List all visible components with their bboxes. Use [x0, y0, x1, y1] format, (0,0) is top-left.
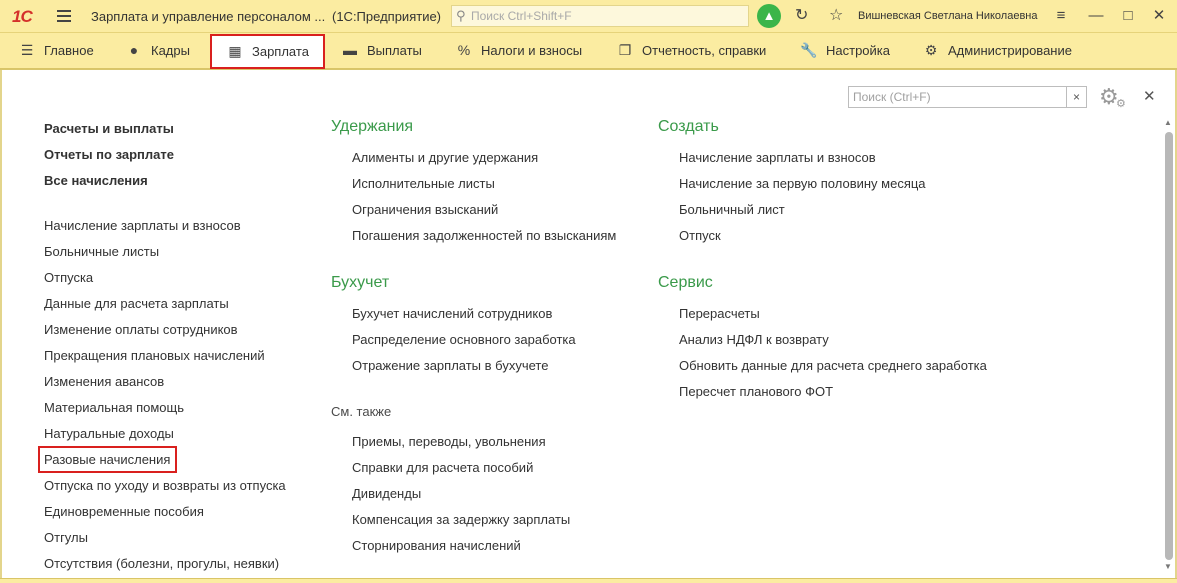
scroll-down-arrow-icon[interactable]: ▼	[1163, 562, 1173, 574]
maximize-icon[interactable]: □	[1117, 5, 1139, 27]
search-icon: ⚲	[456, 8, 466, 23]
list-item[interactable]: Распределение основного заработка	[352, 332, 576, 347]
list-item[interactable]: Сторнирования начислений	[352, 538, 521, 553]
documents-icon: ❐	[618, 42, 632, 58]
list-item[interactable]: Ограничения взысканий	[352, 202, 498, 217]
global-search-input[interactable]	[471, 8, 741, 24]
app-title: Зарплата и управление персоналом ...	[91, 9, 326, 24]
list-item[interactable]: Изменение оплаты сотрудников	[44, 322, 238, 337]
wrench-icon: 🔧	[800, 42, 818, 58]
section-settings[interactable]: 🔧 Настройка	[800, 33, 890, 68]
notifications-bell-icon[interactable]: ▲	[757, 4, 781, 28]
group-title-service: Сервис	[658, 274, 713, 291]
list-item[interactable]: Погашения задолженностей по взысканиям	[352, 228, 616, 243]
list-item[interactable]: Отсутствия (болезни, прогулы, неявки)	[44, 556, 279, 571]
list-item[interactable]: Исполнительные листы	[352, 176, 495, 191]
list-item[interactable]: Бухучет начислений сотрудников	[352, 306, 552, 321]
menu-icon: ☰	[20, 42, 34, 58]
list-item[interactable]: Отпуск	[679, 228, 721, 243]
scroll-up-arrow-icon[interactable]: ▲	[1163, 118, 1173, 130]
title-bar: 1С Зарплата и управление персоналом ... …	[0, 0, 1177, 33]
section-salary[interactable]: ▦ Зарплата	[210, 34, 325, 69]
list-item[interactable]: Натуральные доходы	[44, 426, 174, 441]
left-border	[0, 70, 2, 580]
minimize-icon[interactable]: —	[1085, 5, 1107, 27]
gear-icon: ⚙	[924, 42, 938, 58]
group-title-create: Создать	[658, 118, 719, 135]
list-item[interactable]: Перерасчеты	[679, 306, 760, 321]
group-title-accounting: Бухучет	[331, 274, 390, 291]
list-item[interactable]: Начисление за первую половину месяца	[679, 176, 926, 191]
bottom-border	[0, 578, 1177, 583]
calculator-icon: ▦	[228, 43, 242, 59]
list-item[interactable]: Приемы, переводы, увольнения	[352, 434, 546, 449]
list-item[interactable]: Анализ НДФЛ к возврату	[679, 332, 829, 347]
list-item[interactable]: Компенсация за задержку зарплаты	[352, 512, 570, 527]
group-title-deductions: Удержания	[331, 118, 414, 135]
main-menu-icon[interactable]	[57, 10, 71, 22]
user-name[interactable]: Вишневская Светлана Николаевна	[858, 10, 1038, 22]
content-search-input[interactable]	[849, 87, 1049, 107]
section-personnel[interactable]: ● Кадры	[125, 33, 190, 68]
list-item[interactable]: Алименты и другие удержания	[352, 150, 538, 165]
list-item[interactable]: Пересчет планового ФОТ	[679, 384, 833, 399]
link-calculations-payments[interactable]: Расчеты и выплаты	[44, 121, 174, 136]
list-item[interactable]: Единовременные пособия	[44, 504, 204, 519]
app-logo: 1С	[12, 7, 33, 26]
sections-panel: ☰ Главное ● Кадры ▦ Зарплата ▬ Выплаты % Нало…	[0, 33, 1177, 69]
list-item[interactable]: Справки для расчета пособий	[352, 460, 533, 475]
content-search[interactable]	[848, 86, 1067, 108]
list-item[interactable]: Прекращения плановых начислений	[44, 348, 265, 363]
settings-menu-icon[interactable]: ≡	[1050, 5, 1072, 27]
close-window-icon[interactable]: ✕	[1148, 5, 1170, 27]
list-item[interactable]: Данные для расчета зарплаты	[44, 296, 229, 311]
section-payments[interactable]: ▬ Выплаты	[341, 33, 422, 68]
list-item[interactable]: Больничные листы	[44, 244, 159, 259]
panel-settings-gear-icon[interactable]: ⚙ ⚙	[1099, 84, 1126, 110]
section-reports[interactable]: ❐ Отчетность, справки	[616, 33, 767, 68]
percent-icon: %	[457, 42, 471, 58]
global-search[interactable]: ⚲	[451, 5, 749, 27]
app-mode: (1С:Предприятие)	[332, 9, 442, 24]
link-all-accruals[interactable]: Все начисления	[44, 173, 148, 188]
list-item[interactable]: Больничный лист	[679, 202, 785, 217]
list-item[interactable]: Обновить данные для расчета среднего зар…	[679, 358, 987, 373]
panel-divider	[0, 69, 1177, 70]
link-one-time-accruals[interactable]: Разовые начисления	[44, 452, 170, 467]
list-item[interactable]: Отпуска	[44, 270, 93, 285]
list-item[interactable]: Дивиденды	[352, 486, 421, 501]
list-item[interactable]: Материальная помощь	[44, 400, 184, 415]
list-item[interactable]: Отгулы	[44, 530, 88, 545]
clear-search-icon[interactable]: ×	[1067, 86, 1087, 108]
section-taxes[interactable]: % Налоги и взносы	[455, 33, 582, 68]
list-item[interactable]: Начисление зарплаты и взносов	[679, 150, 876, 165]
vertical-scrollbar[interactable]	[1165, 132, 1173, 560]
section-administration[interactable]: ⚙ Администрирование	[922, 33, 1072, 68]
wallet-icon: ▬	[343, 42, 357, 58]
list-item[interactable]: Изменения авансов	[44, 374, 164, 389]
list-item[interactable]: Отражение зарплаты в бухучете	[352, 358, 548, 373]
section-main[interactable]: ☰ Главное	[18, 33, 94, 68]
link-salary-reports[interactable]: Отчеты по зарплате	[44, 147, 174, 162]
history-icon[interactable]: ↻	[795, 6, 808, 26]
list-item[interactable]: Отпуска по уходу и возвраты из отпуска	[44, 478, 286, 493]
list-item[interactable]: Начисление зарплаты и взносов	[44, 218, 241, 233]
people-icon: ●	[129, 42, 139, 58]
close-panel-icon[interactable]: ✕	[1143, 87, 1156, 105]
favorites-star-icon[interactable]: ☆	[829, 6, 843, 26]
see-also-title: См. также	[331, 404, 392, 419]
